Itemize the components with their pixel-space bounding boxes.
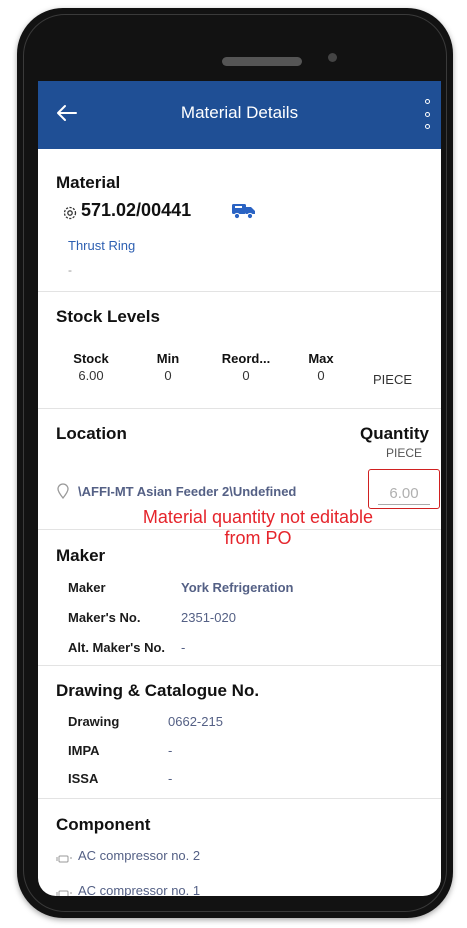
component-label: AC compressor no. 1 — [78, 883, 201, 896]
maker-value: York Refrigeration — [181, 580, 294, 595]
quantity-heading: Quantity — [360, 424, 429, 443]
divider — [38, 408, 441, 409]
material-name: Thrust Ring — [68, 238, 136, 253]
material-code: 571.02/00441 — [81, 200, 192, 220]
max-column: Max 0 — [301, 351, 341, 383]
front-camera — [328, 53, 337, 62]
drawing-label: Drawing — [68, 714, 120, 729]
quantity-unit: PIECE — [386, 446, 423, 460]
gear-icon — [62, 205, 78, 221]
app-screen: Material Details Material 571.02/00441 T… — [38, 81, 441, 896]
reorder-label: Reord... — [221, 351, 271, 366]
component-icon — [56, 887, 72, 896]
location-pin-icon — [56, 483, 70, 500]
page-title: Material Details — [180, 103, 299, 122]
divider — [38, 291, 441, 292]
maker-label: Maker — [68, 580, 106, 595]
alt-makers-no-value: - — [181, 640, 186, 655]
min-column: Min 0 — [148, 351, 188, 383]
stock-unit: PIECE — [373, 372, 413, 387]
makers-no-label: Maker's No. — [68, 610, 141, 625]
app-bar: Material Details — [38, 81, 441, 149]
component-label: AC compressor no. 2 — [78, 848, 201, 863]
divider — [38, 798, 441, 799]
divider — [38, 529, 441, 530]
drawing-value: 0662-215 — [168, 714, 223, 729]
max-value: 0 — [317, 368, 325, 383]
stock-levels-heading: Stock Levels — [56, 307, 160, 326]
max-label: Max — [308, 351, 334, 366]
material-description: - — [68, 263, 72, 277]
stock-value: 6.00 — [78, 368, 104, 383]
impa-value: - — [168, 743, 173, 758]
reorder-column: Reord... 0 — [216, 351, 276, 383]
location-path: \AFFI-MT Asian Feeder 2\Undefined — [78, 484, 297, 499]
component-heading: Component — [56, 815, 151, 834]
divider — [38, 665, 441, 666]
more-vert-icon[interactable] — [421, 99, 433, 129]
speaker-grille — [222, 57, 302, 66]
alt-makers-no-label: Alt. Maker's No. — [68, 640, 166, 655]
stock-column: Stock 6.00 — [68, 351, 114, 383]
issa-label: ISSA — [68, 771, 99, 786]
drawing-heading: Drawing & Catalogue No. — [56, 681, 260, 700]
location-heading: Location — [56, 424, 127, 443]
issa-value: - — [168, 771, 173, 786]
min-label: Min — [156, 351, 180, 366]
impa-label: IMPA — [68, 743, 100, 758]
quantity-input[interactable]: 6.00 — [378, 485, 430, 502]
annotation-note: Material quantity not editable from PO — [142, 507, 374, 548]
reorder-value: 0 — [242, 368, 250, 383]
material-heading: Material — [56, 173, 121, 192]
stock-label: Stock — [73, 351, 109, 366]
maker-heading: Maker — [56, 546, 106, 565]
component-item[interactable]: AC compressor no. 2 — [56, 848, 200, 863]
component-item[interactable]: AC compressor no. 1 — [56, 883, 200, 896]
quantity-underline — [378, 504, 430, 505]
makers-no-value: 2351-020 — [181, 610, 236, 625]
min-value: 0 — [164, 368, 172, 383]
truck-icon[interactable] — [231, 201, 257, 221]
component-icon — [56, 852, 72, 863]
